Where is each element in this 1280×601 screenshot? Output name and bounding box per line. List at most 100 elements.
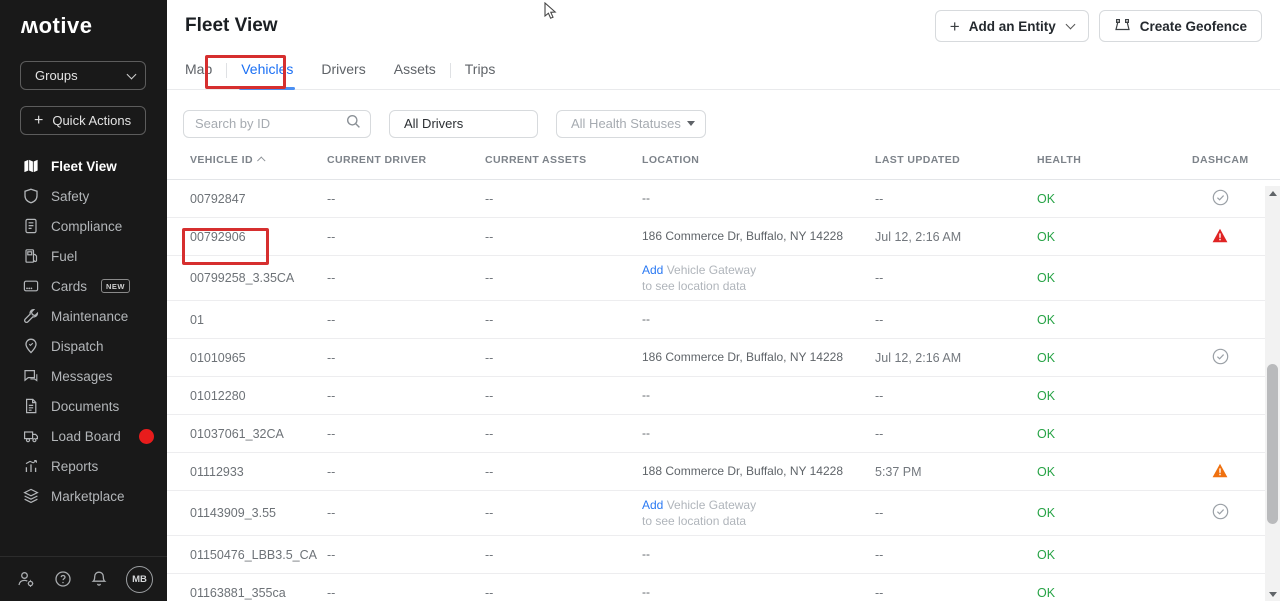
- sidebar-item-label: Load Board: [51, 429, 121, 444]
- table-row-00792906[interactable]: 00792906----186 Commerce Dr, Buffalo, NY…: [167, 218, 1280, 256]
- drivers-filter-select[interactable]: All Drivers: [389, 110, 538, 138]
- card-icon: [22, 278, 39, 295]
- cell-vehicle-id: 01037061_32CA: [190, 427, 327, 441]
- column-header-label: Health: [1037, 154, 1081, 166]
- sidebar-item-dispatch[interactable]: Dispatch: [0, 331, 167, 361]
- cell-current-driver: --: [327, 351, 485, 365]
- cell-last-updated: --: [875, 586, 1037, 600]
- truck-icon: [22, 428, 39, 445]
- table-row-00799258_3.35CA[interactable]: 00799258_3.35CA----Add Vehicle Gatewayto…: [167, 256, 1280, 301]
- column-header-dashcam[interactable]: Dashcam: [1192, 154, 1280, 166]
- sidebar-item-messages[interactable]: Messages: [0, 361, 167, 391]
- add-vehicle-gateway-link[interactable]: Add: [642, 498, 663, 512]
- page-title: Fleet View: [185, 15, 278, 37]
- cell-last-updated: --: [875, 389, 1037, 403]
- sidebar-item-reports[interactable]: Reports: [0, 451, 167, 481]
- cell-current-driver: --: [327, 427, 485, 441]
- column-header-last-updated[interactable]: Last Updated: [875, 154, 1037, 166]
- dashcam-ok-icon[interactable]: [1212, 189, 1229, 209]
- motive-logo: ʍotive: [0, 0, 167, 39]
- table-row-01112933[interactable]: 01112933----188 Commerce Dr, Buffalo, NY…: [167, 453, 1280, 491]
- quick-actions-button[interactable]: + Quick Actions: [20, 106, 146, 135]
- sidebar-item-maintenance[interactable]: Maintenance: [0, 301, 167, 331]
- table-row-01012280[interactable]: 01012280--------OK: [167, 377, 1280, 415]
- dashcam-ok-icon[interactable]: [1212, 503, 1229, 523]
- scroll-up-arrow[interactable]: [1265, 186, 1280, 200]
- notification-dot: [139, 429, 154, 444]
- sidebar-item-label: Marketplace: [51, 489, 125, 504]
- groups-dropdown[interactable]: Groups: [20, 61, 146, 90]
- cell-last-updated: --: [875, 548, 1037, 562]
- sidebar-item-fleet-view[interactable]: Fleet View: [0, 151, 167, 181]
- cell-current-driver: --: [327, 389, 485, 403]
- column-header-current-driver[interactable]: Current Driver: [327, 154, 485, 166]
- journal-icon: [22, 218, 39, 235]
- table-row-00792847[interactable]: 00792847--------OK: [167, 180, 1280, 218]
- sidebar-item-marketplace[interactable]: Marketplace: [0, 481, 167, 511]
- notifications-bell-icon[interactable]: [89, 569, 109, 589]
- cell-current-assets: --: [485, 192, 642, 206]
- sidebar-item-fuel[interactable]: Fuel: [0, 241, 167, 271]
- column-header-label: Current Assets: [485, 154, 586, 166]
- dashcam-ok-icon[interactable]: [1212, 348, 1229, 368]
- cell-current-driver: --: [327, 586, 485, 600]
- cell-current-driver: --: [327, 465, 485, 479]
- tab-drivers[interactable]: Drivers: [321, 52, 365, 89]
- cell-vehicle-id: 01010965: [190, 351, 327, 365]
- tab-vehicles[interactable]: Vehicles: [241, 52, 293, 89]
- search-input[interactable]: [195, 116, 340, 131]
- create-geofence-button[interactable]: Create Geofence: [1099, 10, 1262, 42]
- cell-vehicle-id: 01012280: [190, 389, 327, 403]
- manage-users-icon[interactable]: [16, 569, 36, 589]
- vertical-scrollbar[interactable]: [1265, 186, 1280, 601]
- add-entity-button[interactable]: + Add an Entity: [935, 10, 1089, 42]
- column-header-vehicle-id[interactable]: Vehicle ID: [190, 154, 327, 166]
- help-icon[interactable]: [53, 569, 73, 589]
- cell-current-driver: --: [327, 506, 485, 520]
- cell-current-assets: --: [485, 548, 642, 562]
- sidebar-item-documents[interactable]: Documents: [0, 391, 167, 421]
- table-row-01037061_32CA[interactable]: 01037061_32CA--------OK: [167, 415, 1280, 453]
- sidebar-item-safety[interactable]: Safety: [0, 181, 167, 211]
- column-header-current-assets[interactable]: Current Assets: [485, 154, 642, 166]
- add-vehicle-gateway-link[interactable]: Add: [642, 263, 663, 277]
- new-badge: NEW: [101, 279, 130, 293]
- table-row-01150476_LBB3.5_CA[interactable]: 01150476_LBB3.5_CA--------OK: [167, 536, 1280, 574]
- shield-icon: [22, 188, 39, 205]
- sidebar-item-label: Fleet View: [51, 159, 117, 174]
- table-row-01163881_355ca[interactable]: 01163881_355ca--------OK: [167, 574, 1280, 601]
- table-row-01143909_3.55[interactable]: 01143909_3.55----Add Vehicle Gatewayto s…: [167, 491, 1280, 536]
- sidebar-item-label: Cards: [51, 279, 87, 294]
- table-row-01010965[interactable]: 01010965----186 Commerce Dr, Buffalo, NY…: [167, 339, 1280, 377]
- gateway-text: Vehicle Gateway: [667, 498, 756, 512]
- sidebar-item-compliance[interactable]: Compliance: [0, 211, 167, 241]
- sidebar-item-label: Messages: [51, 369, 113, 384]
- scrollbar-thumb[interactable]: [1267, 364, 1278, 524]
- table-row-01[interactable]: 01--------OK: [167, 301, 1280, 339]
- cell-location: --: [642, 387, 875, 403]
- column-header-health[interactable]: Health: [1037, 154, 1192, 166]
- tab-assets[interactable]: Assets: [394, 52, 436, 89]
- plus-icon: +: [950, 18, 960, 35]
- column-header-location[interactable]: Location: [642, 154, 875, 166]
- dashcam-alert-orange-icon[interactable]: [1212, 463, 1228, 481]
- cell-health-status: OK: [1037, 586, 1192, 600]
- user-avatar[interactable]: MB: [126, 566, 153, 593]
- sidebar-item-cards[interactable]: Cards NEW: [0, 271, 167, 301]
- health-filter-value: All Health Statuses: [571, 116, 681, 131]
- cell-vehicle-id: 00792906: [190, 230, 327, 244]
- column-header-label: Vehicle ID: [190, 154, 253, 166]
- cell-vehicle-id: 01163881_355ca: [190, 586, 327, 600]
- cell-location: --: [642, 190, 875, 206]
- sidebar-item-load-board[interactable]: Load Board: [0, 421, 167, 451]
- scroll-down-arrow[interactable]: [1265, 587, 1280, 601]
- dashcam-alert-red-icon[interactable]: [1212, 228, 1228, 246]
- cell-last-updated: Jul 12, 2:16 AM: [875, 230, 1037, 244]
- table-body: 00792847--------OK00792906----186 Commer…: [167, 180, 1280, 601]
- cell-current-driver: --: [327, 271, 485, 285]
- tab-map[interactable]: Map: [185, 52, 212, 89]
- table-header-row: Vehicle ID Current DriverCurrent Assets Lo…: [167, 140, 1280, 180]
- quick-actions-label: Quick Actions: [52, 113, 131, 128]
- tab-trips[interactable]: Trips: [465, 52, 496, 89]
- health-status-filter-select[interactable]: All Health Statuses: [556, 110, 706, 138]
